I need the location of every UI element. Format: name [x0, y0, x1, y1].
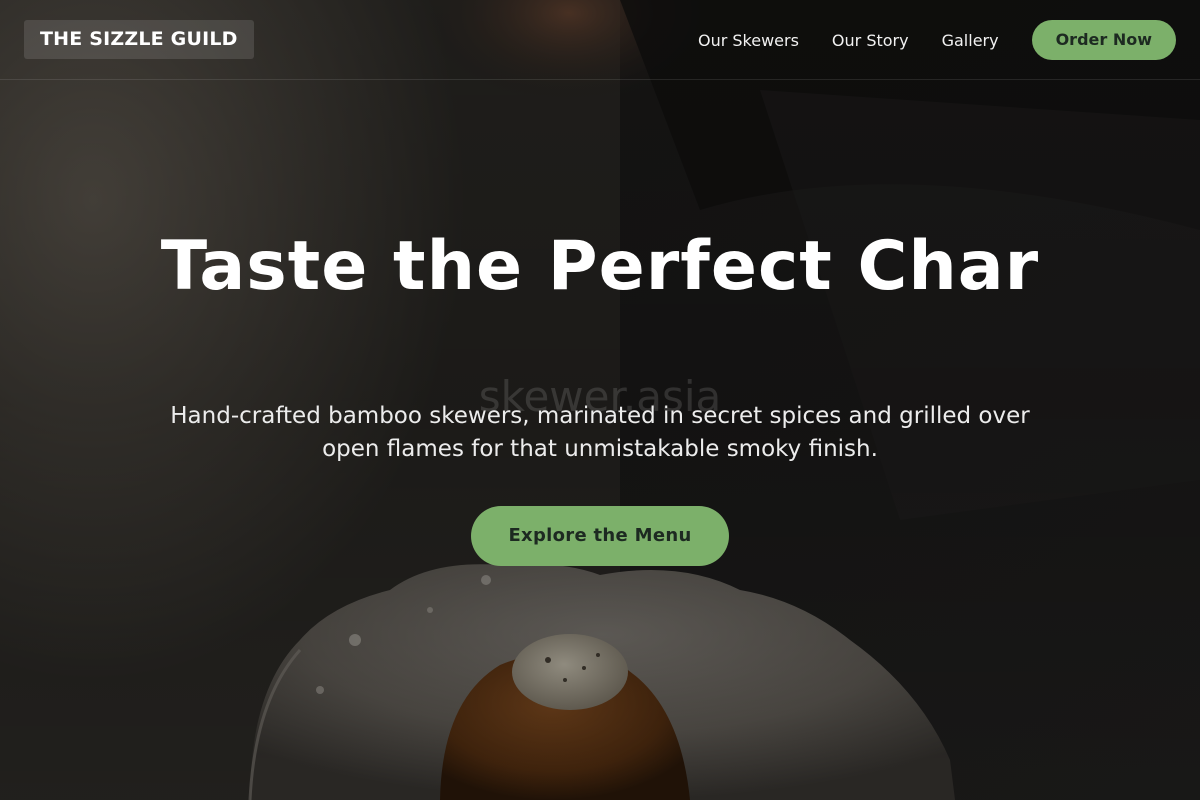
top-navigation: THE SIZZLE GUILD Our Skewers Our Story G… [0, 0, 1200, 80]
nav-link-our-story[interactable]: Our Story [832, 31, 909, 50]
hero-title: Taste the Perfect Char [160, 227, 1040, 306]
explore-menu-button[interactable]: Explore the Menu [471, 506, 729, 566]
nav-link-our-skewers[interactable]: Our Skewers [698, 31, 799, 50]
hero-section: THE SIZZLE GUILD Our Skewers Our Story G… [0, 0, 1200, 800]
nav-link-gallery[interactable]: Gallery [942, 31, 999, 50]
brand-logo[interactable]: THE SIZZLE GUILD [24, 20, 254, 59]
nav-links: Our Skewers Our Story Gallery Order Now [698, 20, 1176, 60]
order-now-button[interactable]: Order Now [1031, 20, 1176, 60]
hero-subtitle: Hand-crafted bamboo skewers, marinated i… [170, 403, 1030, 462]
